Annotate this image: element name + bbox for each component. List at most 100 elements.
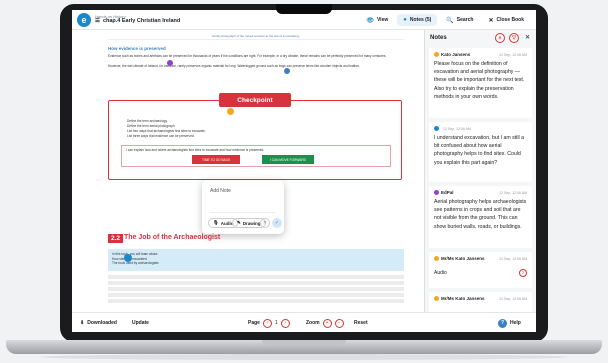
- notes-button[interactable]: ● Notes (5): [397, 14, 438, 26]
- note-card[interactable]: 12 Sep, 12:06 AM I understand excavation…: [429, 122, 532, 182]
- search-label: Search: [456, 17, 474, 23]
- search-icon: 🔍: [446, 17, 454, 24]
- close-icon: ✕: [488, 17, 494, 24]
- note-meta: EdPal 12 Sep, 12:06 AM: [434, 190, 527, 195]
- note-text: Please focus on the definition of excava…: [434, 61, 525, 100]
- next-page-icon[interactable]: ›: [280, 318, 290, 328]
- laptop-base: [6, 340, 602, 354]
- note-author: EdPal: [441, 190, 454, 195]
- note-card[interactable]: Mr/Ms Kato Jansens 12 Sep, 12:06 AM Audio…: [429, 252, 532, 288]
- audio-note[interactable]: Audio ›: [434, 269, 527, 277]
- previous-page-icon[interactable]: ‹: [262, 318, 272, 328]
- update-button[interactable]: Update: [132, 313, 149, 332]
- avatar: [434, 256, 439, 261]
- book-page[interactable]: Aerial photograph of the ruined remains …: [72, 30, 424, 312]
- body-text-block: [108, 275, 404, 303]
- add-note-title: Add Note: [210, 188, 231, 194]
- note-meta: Mr/Ms Kato Jansens 12 Sep, 12:06 AM: [434, 256, 527, 261]
- view-label: View: [376, 17, 389, 23]
- camera-notch: [276, 4, 332, 14]
- note-text: Aerial photography helps archaeologists …: [434, 199, 527, 230]
- drawing-label: Drawing: [242, 220, 261, 226]
- paragraph-2: However, the wet climate of Ireland, for…: [108, 64, 360, 68]
- search-icon[interactable]: ⌕: [495, 33, 505, 43]
- play-icon[interactable]: ›: [519, 269, 527, 277]
- downloaded-label: Downloaded: [87, 320, 117, 326]
- note-date: 12 Sep, 12:06 AM: [499, 296, 527, 301]
- note-date: 12 Sep, 12:06 AM: [499, 256, 527, 261]
- downloaded-button[interactable]: ⬇ Downloaded: [80, 313, 117, 332]
- paragraph-1: Evidence such as bones and artefacts can…: [108, 54, 387, 58]
- app-logo-icon[interactable]: e: [77, 12, 91, 27]
- pen-icon: ✎: [237, 220, 241, 225]
- notes-title: Notes: [430, 35, 447, 41]
- avatar: [434, 52, 439, 57]
- page-label: Page: [248, 320, 260, 326]
- help-label: Help: [510, 320, 521, 326]
- note-card[interactable]: EdPal 12 Sep, 12:06 AM Aerial photography…: [429, 186, 532, 248]
- avatar: [434, 296, 439, 301]
- close-icon[interactable]: ✕: [525, 34, 530, 41]
- note-marker-purple[interactable]: [167, 60, 173, 66]
- note-marker-orange[interactable]: [227, 108, 234, 115]
- note-author: Kato Jansens: [441, 52, 471, 57]
- page-number[interactable]: 1: [275, 320, 278, 326]
- note-author: Mr/Ms Kato Jansens: [441, 296, 485, 301]
- bottom-bar: ⬇ Downloaded Update Page ‹ 1 › Zoom + − R…: [72, 312, 536, 332]
- search-button[interactable]: 🔍 Search: [440, 14, 479, 27]
- notes-panel: Notes ⌕ ▽ ✕ Kato Jansens 12 Sep, 12:06 AM…: [424, 30, 536, 312]
- menu-icon[interactable]: ☰: [95, 18, 100, 25]
- section-title: The Job of the Archaeologist: [124, 234, 221, 241]
- filter-icon[interactable]: ▽: [509, 33, 519, 43]
- zoom-out-icon[interactable]: −: [334, 318, 344, 328]
- move-forward-button[interactable]: I CAN MOVE FORWARD: [262, 155, 314, 164]
- avatar: [434, 126, 439, 131]
- page-controls: Page ‹ 1 ›: [248, 313, 290, 332]
- laptop-shadow: [40, 354, 568, 360]
- zoom-controls: Zoom + −: [306, 313, 344, 332]
- note-marker-blue[interactable]: [284, 68, 290, 74]
- checkpoint-box: Checkpoint Define the term archaeology. …: [108, 93, 402, 180]
- help-button[interactable]: ? Help: [498, 313, 521, 332]
- update-label: Update: [132, 320, 149, 326]
- chapter-title[interactable]: ☰ chap.4 Early Christian Ireland: [95, 17, 181, 25]
- view-button[interactable]: 👁 View: [360, 14, 394, 27]
- note-date: 12 Sep, 12:06 AM: [499, 52, 527, 57]
- book-titles: Hands on History ☰ chap.4 Early Christian…: [95, 14, 181, 25]
- note-author: Mr/Ms Kato Jansens: [441, 256, 485, 261]
- reset-button[interactable]: Reset: [354, 313, 368, 332]
- zoom-label: Zoom: [306, 320, 320, 326]
- note-meta: Kato Jansens 12 Sep, 12:06 AM: [434, 52, 527, 57]
- notes-label: Notes (5): [409, 17, 432, 23]
- eye-icon: 👁: [366, 17, 374, 24]
- avatar: [434, 190, 439, 195]
- chapter-label: chap.4 Early Christian Ireland: [102, 17, 181, 24]
- note-meta: 12 Sep, 12:06 AM: [434, 126, 527, 131]
- checkpoint-list: Define the term archaeology. Define the …: [127, 119, 206, 139]
- checkpoint-prompt: I can explain how and where archaeologis…: [126, 148, 265, 152]
- add-note-popup: Add Note 🎙 Audio ✎ Drawing ✕ ✓: [202, 180, 284, 234]
- reset-label: Reset: [354, 320, 368, 326]
- checkpoint-title: Checkpoint: [219, 93, 291, 107]
- note-card[interactable]: Kato Jansens 12 Sep, 12:06 AM Please focu…: [429, 48, 532, 118]
- note-meta: Mr/Ms Kato Jansens 12 Sep, 12:06 AM: [434, 296, 527, 301]
- preservation-heading: How evidence is preserved: [108, 46, 166, 51]
- laptop-lip: [262, 340, 346, 345]
- divider: [210, 212, 276, 213]
- microphone-icon: 🎙: [213, 220, 219, 225]
- close-icon[interactable]: ✕: [260, 218, 270, 228]
- check-icon[interactable]: ✓: [272, 218, 282, 228]
- note-card[interactable]: Mr/Ms Kato Jansens 12 Sep, 12:06 AM: [429, 292, 532, 312]
- help-icon: ?: [498, 318, 507, 328]
- download-icon: ⬇: [80, 320, 85, 326]
- note-date: 12 Sep, 12:06 AM: [499, 190, 527, 195]
- checkpoint-prompt-box: I can explain how and where archaeologis…: [121, 145, 391, 167]
- app-screen: e Hands on History ☰ chap.4 Early Christi…: [72, 10, 536, 332]
- zoom-in-icon[interactable]: +: [322, 318, 332, 328]
- notes-icon: ●: [403, 17, 407, 23]
- go-back-button[interactable]: TIME TO GO BACK: [192, 155, 241, 164]
- note-marker-blue[interactable]: [124, 254, 132, 262]
- close-label: Close Book: [496, 17, 524, 23]
- close-book-button[interactable]: ✕ Close Book: [482, 14, 530, 27]
- notes-header: Notes ⌕ ▽ ✕: [425, 30, 536, 46]
